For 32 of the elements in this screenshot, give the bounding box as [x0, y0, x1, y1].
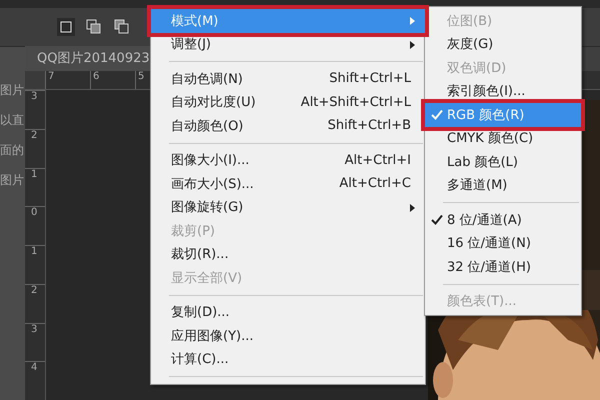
menu-item[interactable]: 自动颜色(O) Shift+Ctrl+B: [151, 114, 425, 138]
ruler-number: 6: [90, 71, 135, 89]
ruler-number: 3: [25, 90, 45, 129]
ruler-number: 0: [25, 206, 45, 245]
menu-item[interactable]: 复制(D)...: [151, 300, 425, 324]
menu-item[interactable]: 画布大小(S)... Alt+Ctrl+C: [151, 172, 425, 196]
menu-item[interactable]: CMYK 颜色(C): [425, 126, 581, 150]
side-text: 图片: [0, 82, 25, 99]
menu-item[interactable]: 图像旋转(G): [151, 196, 425, 219]
ruler-number: 4: [25, 361, 45, 400]
menu-item[interactable]: Lab 颜色(L): [425, 150, 581, 174]
ruler-number: 7: [45, 71, 90, 89]
side-text: 以直: [0, 112, 25, 129]
menu-item[interactable]: 应用图像(Y)...: [151, 324, 425, 348]
menu-item[interactable]: 图像大小(I)... Alt+Ctrl+I: [151, 148, 425, 172]
side-text: 图片: [0, 172, 25, 189]
side-text: 面的: [0, 142, 25, 159]
ruler-number: 2: [25, 284, 45, 322]
menu-item[interactable]: 灰度(G): [425, 32, 581, 56]
ruler-number: 1: [25, 168, 45, 206]
menu-item[interactable]: 8 位/通道(A): [425, 208, 581, 232]
ruler-number: 3: [25, 322, 45, 362]
menu-item[interactable]: 索引颜色(I)...: [425, 80, 581, 103]
menu-item[interactable]: 裁切(R)...: [151, 242, 425, 266]
square-selection-icon[interactable]: [56, 17, 76, 37]
menu-item[interactable]: 16 位/通道(N): [425, 232, 581, 255]
menu-item[interactable]: 32 位/通道(H): [425, 255, 581, 278]
menu-item[interactable]: 计算(C)...: [151, 348, 425, 371]
menu-item[interactable]: 自动对比度(U) Alt+Shift+Ctrl+L: [151, 90, 425, 114]
menu-item[interactable]: 多通道(M): [425, 174, 581, 197]
ruler-number: 2: [25, 128, 45, 168]
ruler-number: 1: [25, 245, 45, 284]
